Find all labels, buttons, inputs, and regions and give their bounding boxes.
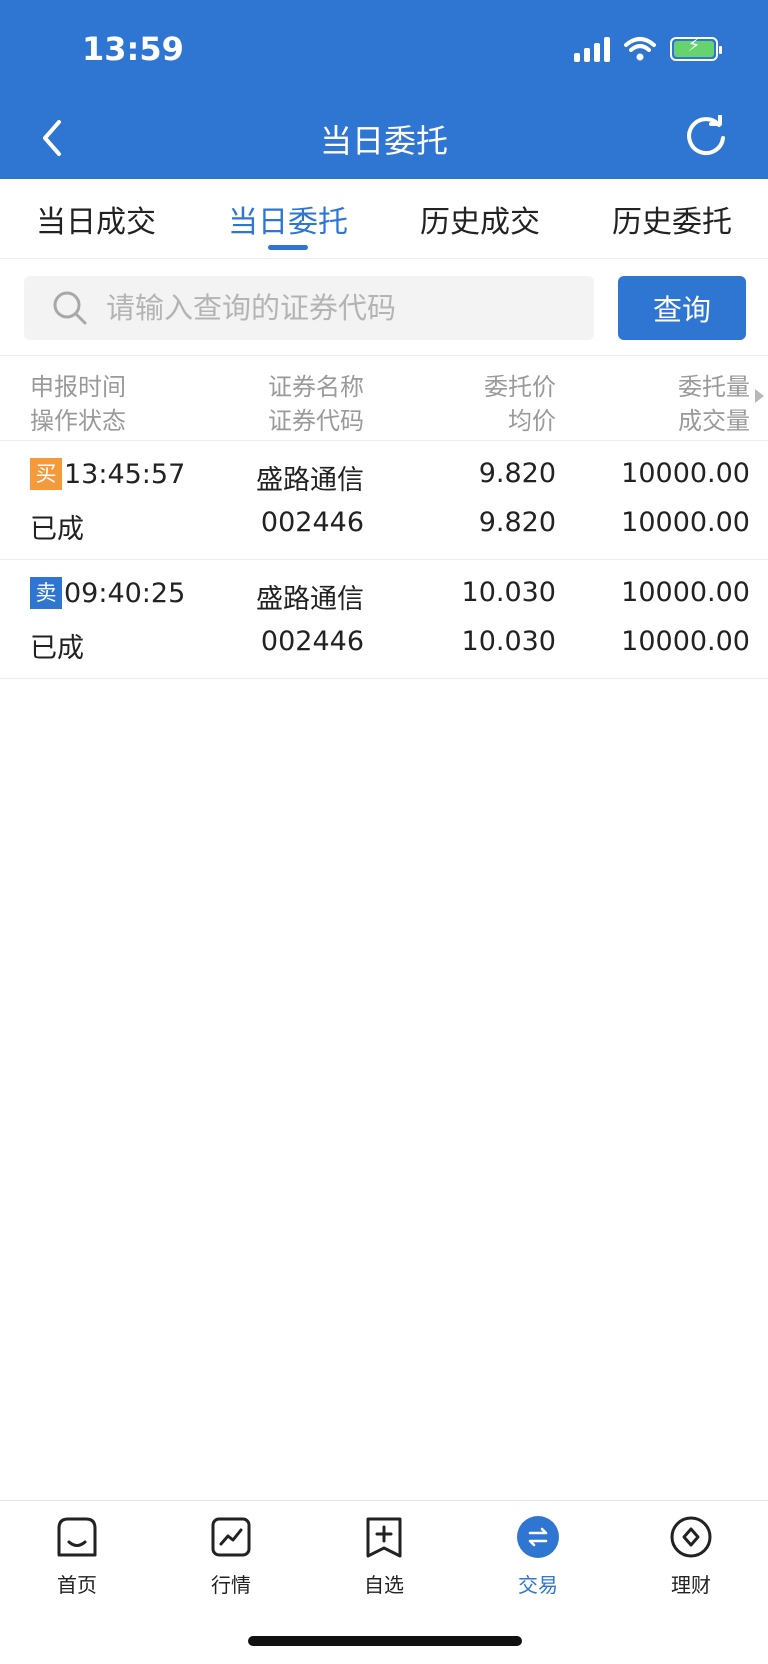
order-stock-code: 002446 xyxy=(260,626,364,657)
order-row[interactable]: 卖 09:40:25 盛路通信 10.030 10000.00 已成 002446… xyxy=(0,561,768,679)
tabbar-label: 理财 xyxy=(671,1573,711,1597)
tab-bar: 当日成交 当日委托 历史成交 历史委托 xyxy=(0,179,768,259)
tabbar-item-watchlist[interactable]: 自选 xyxy=(307,1515,461,1598)
order-qty: 10000.00 xyxy=(621,458,750,489)
order-price: 10.030 xyxy=(461,577,556,608)
refresh-icon xyxy=(687,115,725,156)
order-status: 已成 xyxy=(30,514,84,545)
scroll-right-icon[interactable] xyxy=(755,389,764,403)
tabbar-item-trade[interactable]: 交易 xyxy=(461,1515,615,1598)
search-icon xyxy=(53,291,87,325)
order-time-cell: 卖 09:40:25 xyxy=(30,577,185,609)
order-qty: 10000.00 xyxy=(621,577,750,608)
order-avg-price: 10.030 xyxy=(461,626,556,657)
search-row: 查询 xyxy=(0,260,768,356)
wifi-icon xyxy=(624,37,656,61)
col-header-status: 操作状态 xyxy=(30,407,126,435)
tabbar-item-finance[interactable]: 理财 xyxy=(614,1515,768,1598)
refresh-button[interactable] xyxy=(678,110,734,166)
tabbar-item-market[interactable]: 行情 xyxy=(154,1515,308,1598)
order-row[interactable]: 买 13:45:57 盛路通信 9.820 10000.00 已成 002446 … xyxy=(0,442,768,560)
search-box[interactable] xyxy=(24,276,594,340)
tab-history-trades[interactable]: 历史成交 xyxy=(384,179,576,258)
col-header-qty: 委托量 xyxy=(678,373,750,401)
order-time: 09:40:25 xyxy=(64,578,186,609)
order-time-cell: 买 13:45:57 xyxy=(30,458,185,490)
col-header-avg-price: 均价 xyxy=(508,407,556,435)
order-stock-code: 002446 xyxy=(260,507,364,538)
tabbar-item-home[interactable]: 首页 xyxy=(0,1515,154,1598)
col-header-time: 申报时间 xyxy=(30,373,126,401)
tabbar-label: 首页 xyxy=(57,1573,97,1597)
tabbar-label: 行情 xyxy=(211,1573,251,1597)
buy-badge: 买 xyxy=(30,458,62,490)
tab-history-orders[interactable]: 历史委托 xyxy=(576,179,768,258)
search-input[interactable] xyxy=(106,291,546,325)
order-stock-name: 盛路通信 xyxy=(256,465,364,496)
home-indicator xyxy=(248,1636,522,1646)
order-status: 已成 xyxy=(30,633,84,664)
order-avg-price: 9.820 xyxy=(478,507,556,538)
header: 13:59 ⚡ 当日委托 xyxy=(0,0,768,179)
sell-badge: 卖 xyxy=(30,577,62,609)
order-filled-qty: 10000.00 xyxy=(621,507,750,538)
status-icons: ⚡ xyxy=(574,35,722,62)
market-chart-icon xyxy=(209,1515,253,1559)
query-button[interactable]: 查询 xyxy=(618,276,746,340)
order-stock-name: 盛路通信 xyxy=(256,584,364,615)
order-filled-qty: 10000.00 xyxy=(621,626,750,657)
page-title: 当日委托 xyxy=(319,122,448,160)
order-time: 13:45:57 xyxy=(64,459,186,490)
tabbar-label: 交易 xyxy=(518,1573,558,1597)
status-time: 13:59 xyxy=(82,30,184,68)
trade-exchange-icon xyxy=(516,1515,560,1559)
watchlist-add-icon xyxy=(362,1515,406,1559)
tab-today-orders[interactable]: 当日委托 xyxy=(192,179,384,258)
col-header-code: 证券代码 xyxy=(268,407,364,435)
home-icon xyxy=(55,1515,99,1559)
cellular-signal-icon xyxy=(574,36,610,62)
col-header-filled: 成交量 xyxy=(678,407,750,435)
tab-today-trades[interactable]: 当日成交 xyxy=(0,179,192,258)
finance-diamond-icon xyxy=(669,1515,713,1559)
order-price: 9.820 xyxy=(478,458,556,489)
tabbar-label: 自选 xyxy=(364,1573,404,1597)
col-header-price: 委托价 xyxy=(484,373,556,401)
battery-icon: ⚡ xyxy=(670,35,722,61)
col-header-name: 证券名称 xyxy=(268,373,364,401)
column-header: 申报时间 证券名称 委托价 委托量 操作状态 证券代码 均价 成交量 xyxy=(0,357,768,441)
